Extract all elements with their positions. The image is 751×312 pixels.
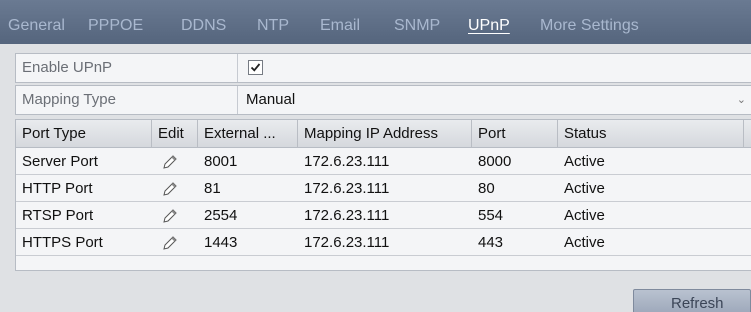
status-cell: Active: [564, 207, 605, 224]
pencil-edit-icon[interactable]: [162, 208, 178, 224]
port-type-cell: HTTPS Port: [22, 234, 103, 251]
table-row[interactable]: HTTP Port 81 172.6.23.111 80 Active: [16, 175, 751, 202]
col-port-type[interactable]: Port Type: [16, 120, 152, 148]
tab-pppoe[interactable]: PPPOE: [88, 17, 143, 35]
mapping-ip-cell: 172.6.23.111: [304, 207, 390, 224]
status-cell: Active: [564, 153, 605, 170]
external-port-cell: 8001: [204, 153, 238, 170]
col-port[interactable]: Port: [472, 120, 558, 148]
status-cell: Active: [564, 234, 605, 251]
mapping-ip-cell: 172.6.23.111: [304, 180, 390, 197]
table-row[interactable]: RTSP Port 2554 172.6.23.111 554 Active: [16, 202, 751, 229]
external-port-cell: 81: [204, 180, 221, 197]
port-type-cell: HTTP Port: [22, 180, 93, 197]
port-type-cell: Server Port: [22, 153, 98, 170]
external-port-cell: 2554: [204, 207, 238, 224]
tab-upnp[interactable]: UPnP: [468, 17, 510, 35]
port-cell: 80: [478, 180, 495, 197]
mapping-ip-cell: 172.6.23.111: [304, 153, 390, 170]
pencil-edit-icon[interactable]: [162, 154, 178, 170]
enable-upnp-checkbox[interactable]: [248, 60, 263, 75]
tab-snmp[interactable]: SNMP: [394, 17, 440, 35]
status-cell: Active: [564, 180, 605, 197]
col-edit[interactable]: Edit: [152, 120, 198, 148]
external-port-cell: 1443: [204, 234, 238, 251]
tab-ntp[interactable]: NTP: [257, 17, 289, 35]
table-row[interactable]: Server Port 8001 172.6.23.111 8000 Activ…: [16, 148, 751, 175]
pencil-edit-icon[interactable]: [162, 235, 178, 251]
table-header: Port Type Edit External ... Mapping IP A…: [16, 120, 751, 148]
chevron-down-icon[interactable]: ⌄: [737, 86, 746, 114]
checkmark-icon: [250, 63, 261, 72]
col-mapping-ip[interactable]: Mapping IP Address: [298, 120, 472, 148]
col-status[interactable]: Status: [558, 120, 744, 148]
table-row[interactable]: HTTPS Port 1443 172.6.23.111 443 Active: [16, 229, 751, 256]
port-cell: 443: [478, 234, 504, 251]
tab-email[interactable]: Email: [320, 17, 360, 35]
refresh-button[interactable]: Refresh: [633, 289, 751, 312]
mapping-ip-cell: 172.6.23.111: [304, 234, 390, 251]
mapping-type-label: Mapping Type: [16, 86, 238, 114]
port-cell: 8000: [478, 153, 512, 170]
enable-upnp-label: Enable UPnP: [16, 54, 238, 82]
upnp-port-table: Port Type Edit External ... Mapping IP A…: [15, 119, 751, 271]
tab-more-settings[interactable]: More Settings: [540, 17, 639, 35]
port-type-cell: RTSP Port: [22, 207, 94, 224]
tab-general[interactable]: General: [8, 17, 65, 35]
col-external-port[interactable]: External ...: [198, 120, 298, 148]
tab-ddns[interactable]: DDNS: [181, 17, 226, 35]
enable-upnp-row: Enable UPnP: [15, 53, 751, 83]
mapping-type-row[interactable]: Mapping Type Manual ⌄: [15, 85, 751, 115]
mapping-type-select[interactable]: Manual: [246, 86, 295, 114]
pencil-edit-icon[interactable]: [162, 181, 178, 197]
tab-bar: General PPPOE DDNS NTP Email SNMP UPnP M…: [0, 0, 751, 44]
port-cell: 554: [478, 207, 504, 224]
